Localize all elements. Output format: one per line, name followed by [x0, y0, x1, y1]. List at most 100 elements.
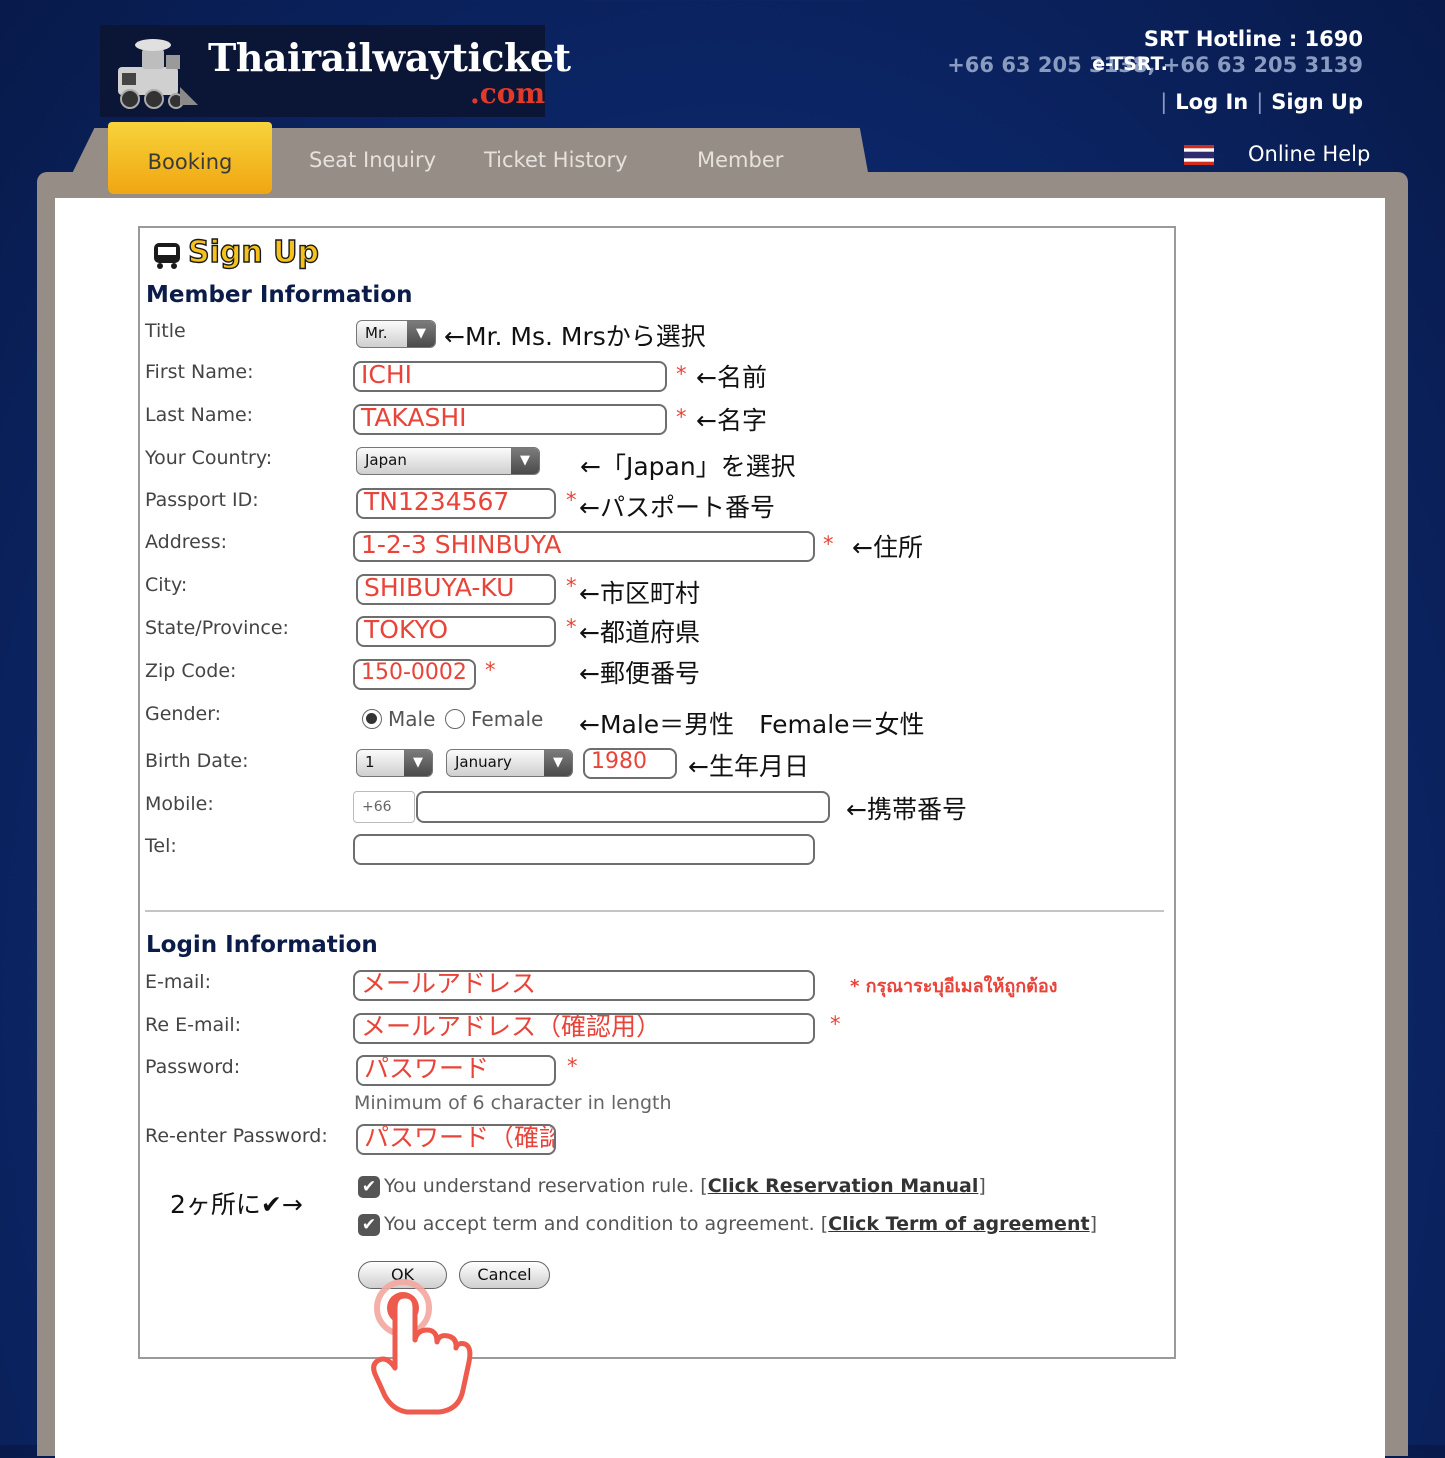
dropdown-arrow-icon: ▼ [511, 448, 539, 474]
required-marker: * [566, 574, 577, 598]
checkbox-check-icon: ✔ [361, 1177, 377, 1197]
passport-field[interactable]: TN1234567 [356, 488, 556, 519]
title-annotation: ←Mr. Ms. Mrsから選択 [444, 322, 706, 351]
checkbox-annotation: 2ヶ所に✔→ [170, 1190, 303, 1219]
bracket-close: ] [978, 1175, 986, 1197]
hotline-text: SRT Hotline : 1690 [1143, 27, 1363, 51]
birth-month-select[interactable]: January ▼ [446, 749, 573, 777]
title-select[interactable]: Mr. ▼ [356, 320, 436, 348]
auth-links: | Log In | Sign Up [1152, 90, 1363, 114]
tab-seat-inquiry[interactable]: Seat Inquiry [309, 148, 436, 172]
site-logo[interactable]: Thairailwayticket .com [100, 25, 571, 117]
required-marker: * [567, 1054, 578, 1078]
online-help-link[interactable]: Online Help [1248, 142, 1370, 166]
site-header: Thairailwayticket .com SRT Hotline : 169… [0, 0, 1445, 130]
email-label: E-mail: [145, 971, 211, 993]
tel-label: Tel: [145, 835, 177, 857]
password-hint: Minimum of 6 character in length [354, 1092, 672, 1114]
terms-label: You accept term and condition to agreeme… [384, 1213, 829, 1235]
etsrt-contact: e-TSRT. +66 63 205 3138, +66 63 205 3139 [947, 53, 1363, 77]
dropdown-arrow-icon: ▼ [544, 750, 572, 776]
country-annotation: ←「Japan」を選択 [580, 452, 796, 481]
mobile-field[interactable] [416, 791, 830, 823]
birth-day-select[interactable]: 1 ▼ [356, 749, 433, 777]
password-field[interactable]: パスワード [356, 1055, 556, 1086]
tel-field[interactable] [353, 834, 815, 865]
country-label: Your Country: [145, 447, 273, 469]
birth-date-label: Birth Date: [145, 750, 249, 772]
login-info-heading: Login Information [146, 932, 378, 958]
bus-icon [154, 243, 180, 269]
terms-checkbox[interactable]: ✔ [358, 1214, 380, 1236]
birth-month-value: January [455, 753, 512, 771]
reservation-rule-label: You understand reservation rule. [ [384, 1175, 708, 1197]
separator: | [1160, 90, 1168, 114]
terms-link[interactable]: Click Term of agreement [828, 1213, 1089, 1235]
mobile-annotation: ←携帯番号 [846, 795, 967, 824]
member-info-heading: Member Information [146, 282, 413, 308]
email-field[interactable]: メールアドレス [353, 970, 815, 1001]
thai-flag-icon[interactable] [1184, 145, 1214, 165]
terms-text: You accept term and condition to agreeme… [384, 1213, 1097, 1235]
re-email-label: Re E-mail: [145, 1014, 242, 1036]
last-name-annotation: ←名字 [696, 406, 767, 435]
first-name-field[interactable]: ICHI [353, 361, 667, 392]
separator: | [1256, 90, 1264, 114]
gender-label: Gender: [145, 703, 222, 725]
gender-female-radio[interactable] [445, 709, 465, 729]
birth-date-annotation: ←生年月日 [688, 752, 809, 781]
login-link[interactable]: Log In [1175, 90, 1248, 114]
country-select-value: Japan [365, 451, 407, 469]
last-name-label: Last Name: [145, 404, 254, 426]
reservation-manual-link[interactable]: Click Reservation Manual [708, 1175, 979, 1197]
first-name-annotation: ←名前 [696, 363, 767, 392]
dropdown-arrow-icon: ▼ [404, 750, 432, 776]
birth-day-value: 1 [365, 753, 375, 771]
logo-suffix: .com [470, 77, 546, 110]
state-label: State/Province: [145, 617, 289, 639]
state-field[interactable]: TOKYO [356, 616, 556, 647]
signup-link[interactable]: Sign Up [1271, 90, 1363, 114]
passport-annotation: ←パスポート番号 [579, 493, 775, 522]
address-label: Address: [145, 531, 228, 553]
required-marker: * [676, 362, 687, 386]
password-label: Password: [145, 1056, 241, 1078]
mobile-prefix: +66 [353, 791, 415, 823]
zip-field[interactable]: 150-0002 [353, 659, 476, 690]
required-marker: * [676, 405, 687, 429]
tab-booking-label: Booking [147, 150, 233, 174]
page-title: Sign Up [187, 234, 320, 270]
reservation-rule-text: You understand reservation rule. [Click … [384, 1175, 986, 1197]
tab-ticket-history[interactable]: Ticket History [484, 148, 628, 172]
checkbox-check-icon: ✔ [361, 1215, 377, 1235]
last-name-field[interactable]: TAKASHI [353, 404, 667, 435]
section-divider [145, 910, 1164, 912]
title-label: Title [145, 320, 186, 342]
birth-year-field[interactable]: 1980 [583, 748, 677, 779]
required-marker: * [485, 658, 496, 682]
tab-booking[interactable]: Booking [108, 122, 272, 194]
email-error-message: * กรุณาระบุอีเมลให้ถูกต้อง [850, 976, 1058, 997]
title-select-value: Mr. [365, 324, 388, 342]
city-label: City: [145, 574, 188, 596]
address-field[interactable]: 1-2-3 SHINBUYA [353, 531, 815, 562]
gender-male-radio[interactable] [362, 709, 382, 729]
reservation-rule-checkbox[interactable]: ✔ [358, 1176, 380, 1198]
zip-annotation: ←郵便番号 [579, 659, 700, 688]
required-marker: * [830, 1012, 841, 1036]
required-marker: * [566, 488, 577, 512]
city-field[interactable]: SHIBUYA-KU [356, 574, 556, 605]
tab-member[interactable]: Member [697, 148, 783, 172]
required-marker: * [566, 615, 577, 639]
re-email-field[interactable]: メールアドレス（確認用） [353, 1013, 815, 1044]
address-annotation: ←住所 [852, 533, 923, 562]
country-select[interactable]: Japan ▼ [356, 447, 540, 475]
train-logo-icon [118, 39, 198, 109]
city-annotation: ←市区町村 [579, 579, 700, 608]
re-password-field[interactable]: パスワード（確認用） [356, 1124, 556, 1155]
zip-label: Zip Code: [145, 660, 237, 682]
etsrt-label: e-TSRT. [1092, 53, 1168, 75]
dropdown-arrow-icon: ▼ [407, 321, 435, 347]
logo-text: Thairailwayticket [208, 35, 571, 80]
mobile-label: Mobile: [145, 793, 214, 815]
